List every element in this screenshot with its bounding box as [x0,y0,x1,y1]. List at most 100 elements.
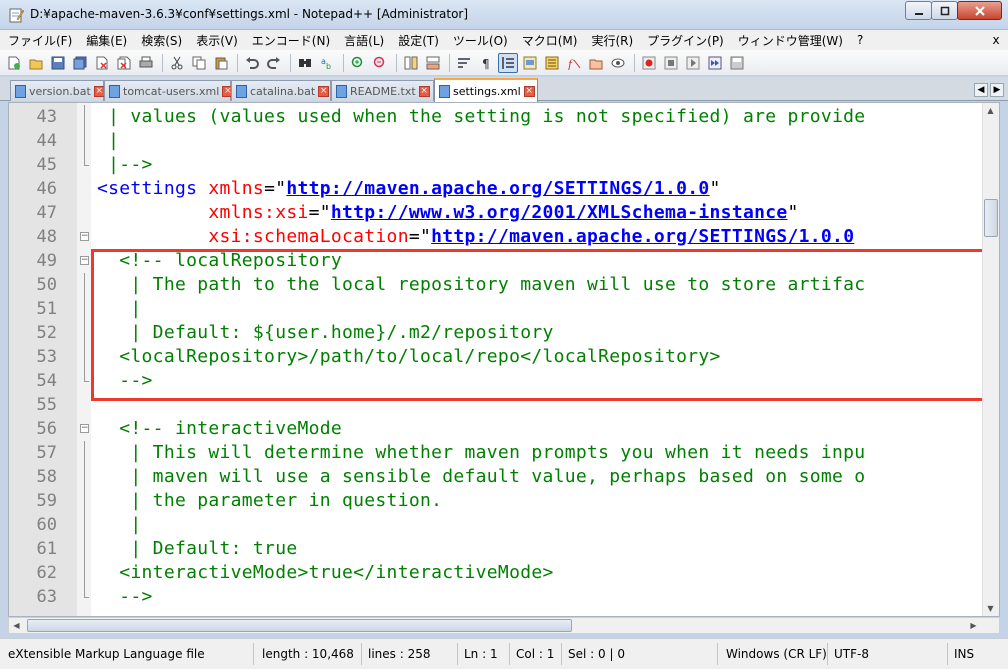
sync-vertical-button[interactable] [401,53,421,73]
tab-scroll-right-button[interactable]: ▶ [990,83,1004,97]
paste-button[interactable] [211,53,231,73]
save-all-button[interactable] [70,53,90,73]
code-line[interactable]: | the parameter in question. [97,489,442,513]
code-line[interactable]: | values (values used when the setting i… [97,105,865,129]
menu-macro[interactable]: マクロ(M) [522,32,578,49]
code-line[interactable]: <!-- interactiveMode [97,417,342,441]
zoom-in-button[interactable] [348,53,368,73]
redo-button[interactable] [264,53,284,73]
code-line[interactable]: | Default: true [97,537,297,561]
file-icon [109,84,120,98]
close-all-button[interactable] [114,53,134,73]
menu-edit[interactable]: 編集(E) [86,32,127,49]
code-line[interactable]: xmlns:xsi="http://www.w3.org/2001/XMLSch… [97,201,799,225]
window-controls [905,1,1002,20]
vertical-scrollbar[interactable]: ▲ ▼ [982,103,999,616]
menu-settings[interactable]: 設定(T) [398,32,439,49]
line-number: 57 [36,443,57,463]
minimize-button[interactable] [905,1,932,20]
code-line[interactable]: --> [97,585,153,609]
line-number: 58 [36,467,57,487]
menu-search[interactable]: 検索(S) [141,32,182,49]
close-file-button[interactable] [92,53,112,73]
code-line[interactable]: |--> [97,153,153,177]
new-file-button[interactable] [4,53,24,73]
stop-macro-button[interactable] [661,53,681,73]
tab-settings-xml[interactable]: settings.xml × [434,78,538,102]
code-line[interactable]: <interactiveMode>true</interactiveMode> [97,561,554,585]
scroll-up-icon[interactable]: ▲ [983,103,998,118]
monitoring-button[interactable] [608,53,628,73]
zoom-out-icon [373,56,385,67]
tab-close-icon[interactable]: × [418,85,430,97]
code-line[interactable]: <settings xmlns="http://maven.apache.org… [97,177,721,201]
tab-readme-txt[interactable]: README.txt × [331,80,434,101]
menu-view[interactable]: 表示(V) [196,32,238,49]
tab-tomcat-users-xml[interactable]: tomcat-users.xml × [104,80,234,101]
zoom-out-button[interactable] [370,53,390,73]
function-list-button[interactable] [542,53,562,73]
code-line[interactable]: xsi:schemaLocation="http://maven.apache.… [97,225,854,249]
menu-language[interactable]: 言語(L) [344,32,384,49]
tab-catalina-bat[interactable]: catalina.bat × [231,80,331,101]
menu-encoding[interactable]: エンコード(N) [252,32,330,49]
sync-h-icon [426,56,440,69]
status-insert-mode[interactable]: INS [948,643,982,665]
code-editor[interactable]: 43 44 45 46 47 48 49 50 51 52 53 54 55 56 57 58 59 60 61 62… [8,102,1000,617]
tab-close-icon[interactable]: × [318,85,330,97]
scroll-down-icon[interactable]: ▼ [983,601,998,616]
print-button[interactable] [136,53,156,73]
cut-button[interactable] [167,53,187,73]
function-run-button[interactable]: f [564,53,584,73]
code-line[interactable]: | maven will use a sensible default valu… [97,465,865,489]
play-macro-button[interactable] [683,53,703,73]
fold-toggle-icon[interactable]: − [80,424,89,433]
document-map-button[interactable] [520,53,540,73]
close-document-button[interactable]: x [988,32,1004,48]
sync-horizontal-button[interactable] [423,53,443,73]
fold-guide-line [84,105,85,165]
word-wrap-button[interactable] [454,53,474,73]
tab-scroll-left-button[interactable]: ◀ [974,83,988,97]
folder-workspace-icon [589,59,603,69]
scroll-left-icon[interactable]: ◀ [9,618,24,633]
menu-help[interactable]: ? [857,33,863,47]
vertical-scroll-thumb[interactable] [984,199,998,237]
redo-icon [267,56,280,69]
menu-run[interactable]: 実行(R) [591,32,633,49]
line-number: 43 [36,107,57,127]
status-eol[interactable]: Windows (CR LF) [720,643,828,665]
code-line[interactable]: | [97,129,119,153]
run-macro-multiple-button[interactable] [705,53,725,73]
tab-close-icon[interactable]: × [523,85,535,97]
record-macro-button[interactable] [639,53,659,73]
status-encoding[interactable]: UTF-8 [828,643,948,665]
save-macro-button[interactable] [727,53,747,73]
indent-guide-button[interactable] [498,52,518,73]
undo-button[interactable] [242,53,262,73]
folder-workspace-button[interactable] [586,53,606,73]
menu-plugins[interactable]: プラグイン(P) [647,32,724,49]
open-file-button[interactable] [26,53,46,73]
fold-toggle-icon[interactable]: − [80,256,89,265]
menu-window[interactable]: ウィンドウ管理(W) [738,32,843,49]
replace-button[interactable]: ab [317,53,337,73]
menu-tools[interactable]: ツール(O) [453,32,508,49]
menu-file[interactable]: ファイル(F) [8,32,72,49]
horizontal-scrollbar[interactable]: ◀ ▶ [8,617,1000,634]
close-window-button[interactable] [957,1,1002,20]
scroll-right-icon[interactable]: ▶ [966,618,981,633]
status-lines: lines : 258 [362,643,458,665]
tab-version-bat[interactable]: version.bat × [10,80,105,101]
find-button[interactable] [295,53,315,73]
copy-button[interactable] [189,53,209,73]
code-line[interactable]: | This will determine whether maven prom… [97,441,865,465]
horizontal-scroll-thumb[interactable] [27,619,572,632]
save-button[interactable] [48,53,68,73]
code-token: --> [97,586,153,607]
code-line[interactable]: | [97,513,142,537]
maximize-button[interactable] [931,1,958,20]
show-all-chars-button[interactable]: ¶ [476,53,496,73]
toolbar-separator [449,53,450,72]
fold-toggle-icon[interactable]: − [80,232,89,241]
